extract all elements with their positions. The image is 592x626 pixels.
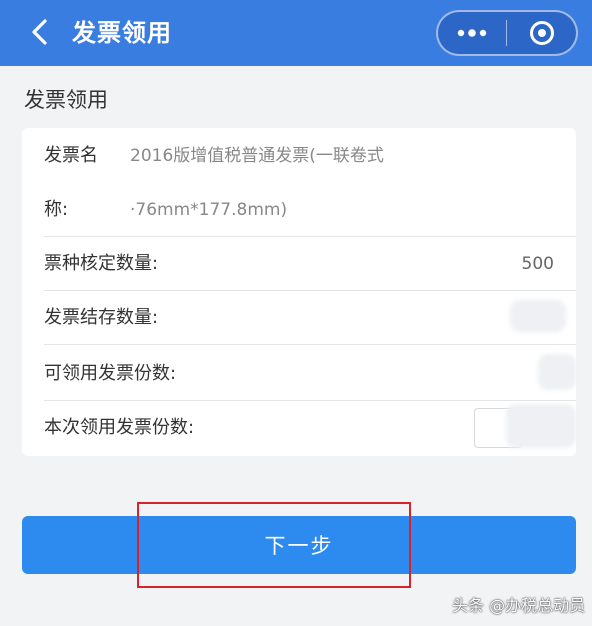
available-qty-value-redacted	[538, 354, 576, 390]
invoice-form-card: 发票名 2016版增值税普通发票(一联卷式 称: ·76mm*177.8mm) …	[22, 128, 576, 456]
invoice-name-label-cont: 称:	[44, 199, 69, 220]
section-title: 发票领用	[24, 88, 108, 112]
chevron-left-icon	[32, 19, 47, 45]
row-divider	[44, 400, 576, 401]
invoice-name-value-cont: ·76mm*177.8mm)	[130, 200, 288, 220]
current-qty-label: 本次领用发票份数:	[44, 417, 195, 438]
more-dots-icon	[457, 29, 487, 37]
approved-qty-value: 500	[521, 254, 554, 274]
highlight-frame	[137, 502, 411, 588]
current-qty-redaction	[506, 404, 576, 448]
stock-qty-label: 发票结存数量:	[44, 307, 159, 328]
approved-qty-label: 票种核定数量:	[44, 253, 159, 274]
close-mini-program-button[interactable]	[507, 12, 576, 54]
navigation-bar: 发票领用	[0, 0, 592, 66]
stock-qty-value-redacted	[510, 300, 566, 332]
row-divider	[44, 236, 576, 237]
page-title: 发票领用	[72, 19, 172, 47]
mini-program-capsule	[436, 10, 578, 56]
invoice-name-label: 发票名	[44, 145, 98, 166]
row-divider	[44, 290, 576, 291]
available-qty-label: 可领用发票份数:	[44, 363, 177, 384]
more-button[interactable]	[438, 12, 506, 54]
target-close-icon	[529, 21, 554, 45]
invoice-name-value: 2016版增值税普通发票(一联卷式	[130, 146, 384, 166]
back-button[interactable]	[22, 14, 56, 50]
row-divider	[44, 344, 576, 345]
watermark: 头条 @办税总动员	[452, 596, 586, 615]
